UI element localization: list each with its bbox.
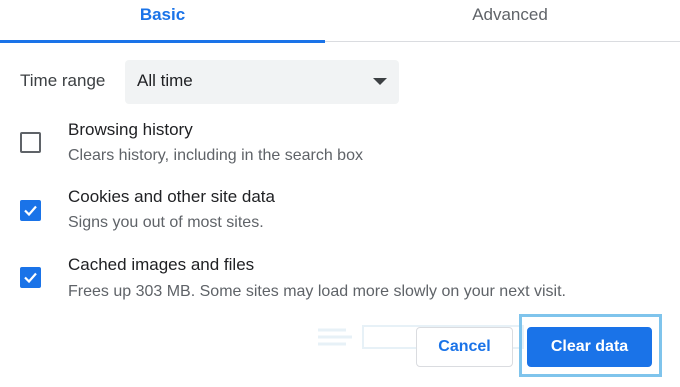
option-cookies: Cookies and other site data Signs you ou… bbox=[0, 186, 680, 242]
option-title: Cached images and files bbox=[68, 255, 255, 274]
tab-basic-label: Basic bbox=[139, 5, 186, 24]
clear-data-highlight bbox=[519, 314, 662, 377]
tab-advanced[interactable]: Advanced bbox=[340, 0, 680, 42]
clear-browsing-data-dialog: Basic Advanced Time range All time Brows… bbox=[0, 0, 680, 387]
cookies-checkbox[interactable] bbox=[20, 200, 41, 221]
time-range-label: Time range bbox=[20, 71, 106, 90]
option-cached-images: Cached images and files Frees up 303 MB.… bbox=[0, 254, 680, 310]
tab-basic[interactable]: Basic bbox=[0, 0, 325, 43]
time-range-value: All time bbox=[137, 71, 193, 90]
active-tab-indicator bbox=[0, 40, 325, 43]
cancel-button[interactable]: Cancel bbox=[416, 327, 513, 367]
tab-bar: Basic Advanced bbox=[0, 0, 680, 43]
cached-images-checkbox[interactable] bbox=[20, 267, 41, 288]
caret-down-icon bbox=[373, 78, 387, 85]
browsing-history-checkbox[interactable] bbox=[20, 132, 41, 153]
option-description: Frees up 303 MB. Some sites may load mor… bbox=[68, 283, 566, 300]
option-description: Clears history, including in the search … bbox=[68, 147, 363, 164]
option-title: Cookies and other site data bbox=[68, 187, 275, 206]
option-browsing-history: Browsing history Clears history, includi… bbox=[0, 118, 680, 174]
checkmark-icon bbox=[24, 272, 37, 284]
option-description: Signs you out of most sites. bbox=[68, 214, 264, 231]
time-range-select[interactable]: All time bbox=[125, 60, 399, 104]
tab-advanced-label: Advanced bbox=[472, 5, 548, 24]
checkmark-icon bbox=[24, 205, 37, 217]
option-title: Browsing history bbox=[68, 120, 193, 139]
